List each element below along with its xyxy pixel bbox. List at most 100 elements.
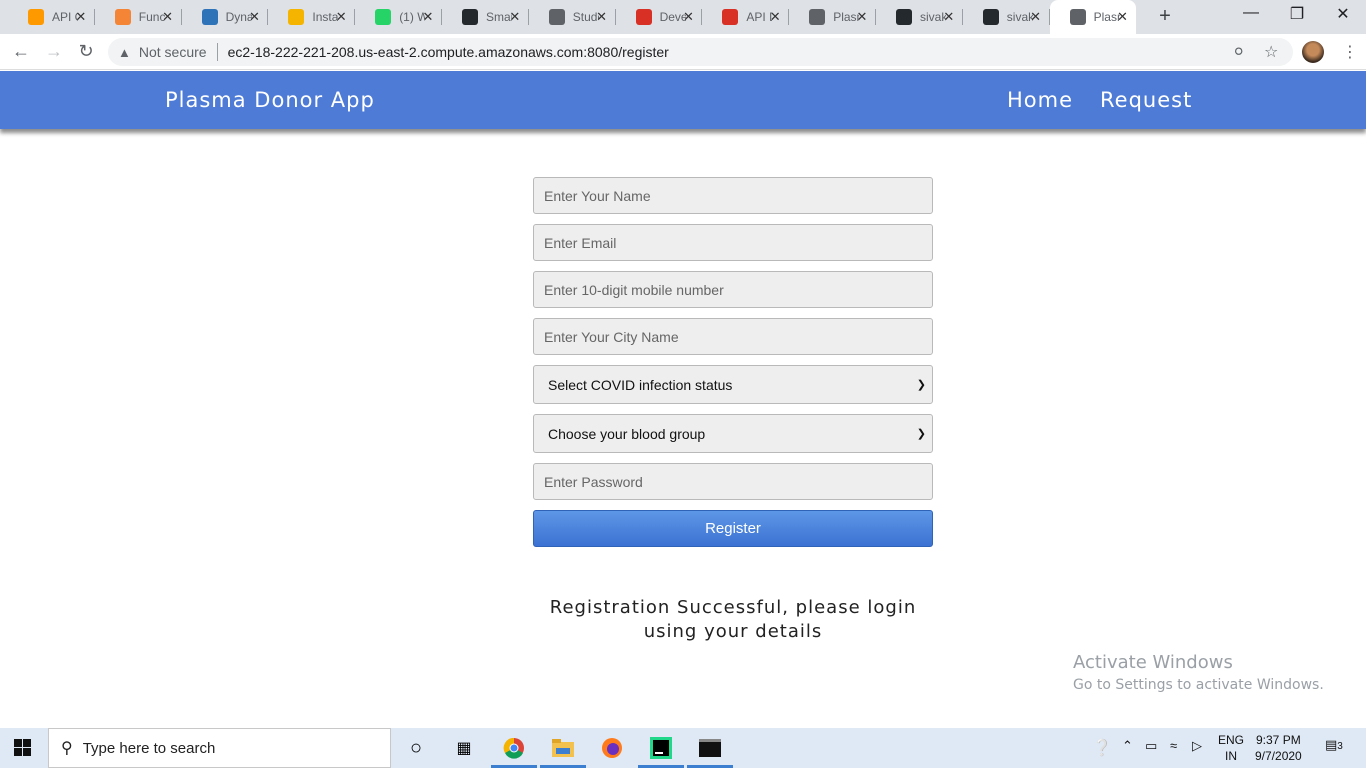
star-icon[interactable]: ☆	[1264, 42, 1278, 62]
tab-favicon-icon	[28, 9, 44, 25]
password-input[interactable]	[533, 463, 933, 500]
windows-start-icon[interactable]	[14, 739, 32, 757]
activate-windows-title: Activate Windows	[1073, 652, 1233, 673]
address-bar[interactable]: ▲ Not secure ec2-18-222-221-208.us-east-…	[108, 38, 1293, 66]
region-code: IN	[1225, 749, 1237, 763]
register-button[interactable]: Register	[533, 510, 933, 547]
blood-group-value: Choose your blood group	[548, 425, 706, 442]
help-icon[interactable]: ❔	[1092, 738, 1112, 758]
cortana-icon[interactable]: ○	[404, 736, 428, 760]
close-icon[interactable]: ✕	[680, 9, 696, 25]
covid-status-select[interactable]: Select COVID infection status ❯	[533, 365, 933, 404]
city-input[interactable]	[533, 318, 933, 355]
wifi-icon[interactable]: ≈	[1170, 738, 1177, 753]
success-message: Registration Successful, please login us…	[533, 596, 933, 644]
browser-tab[interactable]: sivakumar✕	[963, 0, 1050, 34]
browser-tab[interactable]: Smart✕	[442, 0, 529, 34]
close-icon[interactable]: ✕	[594, 9, 610, 25]
profile-avatar[interactable]	[1302, 41, 1324, 63]
close-window-button[interactable]: ✕	[1320, 4, 1366, 24]
task-view-icon[interactable]: ▦	[452, 736, 476, 760]
menu-icon[interactable]: ⋮	[1342, 42, 1358, 62]
tab-favicon-icon	[982, 9, 999, 25]
tab-favicon-icon	[462, 9, 478, 25]
close-icon[interactable]: ✕	[420, 9, 436, 25]
tab-favicon-icon	[288, 9, 305, 25]
tab-favicon-icon	[635, 9, 652, 25]
close-icon[interactable]: ✕	[73, 9, 89, 25]
browser-tab[interactable]: Instances✕	[268, 0, 356, 34]
browser-tab-strip: API Gateway✕Functions✕DynamoDB✕Instances…	[0, 0, 1366, 34]
app-navbar: Plasma Donor App Home Request	[0, 71, 1366, 129]
nav-request-link[interactable]: Request	[1100, 88, 1192, 112]
close-icon[interactable]: ✕	[854, 9, 870, 25]
url-text[interactable]: ec2-18-222-221-208.us-east-2.compute.ama…	[228, 44, 669, 60]
name-input[interactable]	[533, 177, 933, 214]
close-icon[interactable]: ✕	[507, 9, 523, 25]
windows-taskbar: ⚲ Type here to search ○ ▦ ❔ ⌃ ▭ ≈ ▷ ENG …	[0, 728, 1366, 768]
restore-button[interactable]: ❐	[1274, 4, 1320, 24]
notification-glyph: ▤	[1325, 737, 1338, 752]
notification-icon[interactable]: ▤3	[1325, 737, 1343, 753]
warning-icon: ▲	[118, 44, 131, 60]
close-icon[interactable]: ✕	[333, 9, 349, 25]
covid-status-value: Select COVID infection status	[548, 376, 733, 393]
browser-tab[interactable]: Student✕	[529, 0, 616, 34]
forward-button[interactable]: →	[43, 41, 65, 62]
browser-tab[interactable]: API Docs✕	[702, 0, 790, 34]
minimize-button[interactable]: —	[1228, 4, 1274, 22]
volume-icon[interactable]: ▷	[1192, 738, 1202, 754]
chevron-down-icon: ❯	[916, 428, 926, 440]
chrome-icon[interactable]	[502, 736, 526, 760]
chevron-up-icon[interactable]: ⌃	[1122, 738, 1133, 754]
file-explorer-icon[interactable]	[551, 736, 575, 760]
activate-windows-subtitle: Go to Settings to activate Windows.	[1073, 677, 1324, 693]
battery-icon[interactable]: ▭	[1145, 738, 1157, 754]
search-icon: ⚲	[61, 740, 73, 757]
browser-tab[interactable]: (1) WhatsApp✕	[355, 0, 442, 34]
close-icon[interactable]: ✕	[767, 9, 783, 25]
taskbar-search-box[interactable]: ⚲ Type here to search	[48, 728, 391, 768]
reload-button[interactable]: ↻	[75, 41, 97, 62]
pycharm-icon[interactable]	[649, 736, 673, 760]
browser-tab[interactable]: DynamoDB✕	[182, 0, 269, 34]
browser-tab[interactable]: Functions✕	[95, 0, 182, 34]
notification-count: 3	[1337, 741, 1343, 752]
taskbar-search-placeholder: Type here to search	[82, 739, 216, 757]
system-clock[interactable]: 9:37 PM 9/7/2020	[1255, 732, 1302, 764]
mobile-input[interactable]	[533, 271, 933, 308]
tab-favicon-icon	[722, 9, 739, 25]
app-brand[interactable]: Plasma Donor App	[165, 88, 375, 112]
security-label[interactable]: Not secure	[139, 44, 207, 60]
browser-tab[interactable]: sivakumar✕	[876, 0, 963, 34]
browser-tab[interactable]: Plasma✕	[1049, 0, 1137, 34]
terminal-icon[interactable]	[698, 736, 722, 760]
tab-favicon-icon	[896, 9, 912, 25]
tab-favicon-icon	[375, 9, 392, 25]
clock-time: 9:37 PM	[1256, 733, 1301, 747]
close-icon[interactable]: ✕	[941, 9, 957, 25]
back-button[interactable]: ←	[10, 41, 32, 62]
nav-home-link[interactable]: Home	[1007, 88, 1073, 112]
new-tab-button[interactable]: +	[1155, 5, 1175, 28]
close-icon[interactable]: ✕	[246, 9, 262, 25]
tab-favicon-icon	[809, 9, 826, 25]
tab-favicon-icon	[201, 9, 218, 25]
key-icon[interactable]: ⚪	[1232, 42, 1245, 62]
blood-group-select[interactable]: Choose your blood group ❯	[533, 414, 933, 453]
email-input[interactable]	[533, 224, 933, 261]
browser-tab[interactable]: API Gateway✕	[8, 0, 95, 34]
close-icon[interactable]: ✕	[1028, 9, 1044, 25]
close-icon[interactable]: ✕	[1114, 9, 1130, 25]
browser-tab[interactable]: Plasma✕	[789, 0, 876, 34]
tab-favicon-icon	[114, 9, 131, 25]
close-icon[interactable]: ✕	[160, 9, 176, 25]
input-language[interactable]: ENG IN	[1218, 732, 1244, 764]
tab-favicon-icon	[548, 9, 565, 25]
tab-favicon-icon	[1069, 9, 1086, 25]
clock-date: 9/7/2020	[1255, 749, 1302, 763]
browser-tab[interactable]: Developer✕	[616, 0, 703, 34]
firefox-icon[interactable]	[600, 736, 624, 760]
browser-toolbar: ← → ↻ ▲ Not secure ec2-18-222-221-208.us…	[0, 34, 1366, 70]
omnibox-divider	[216, 43, 218, 61]
